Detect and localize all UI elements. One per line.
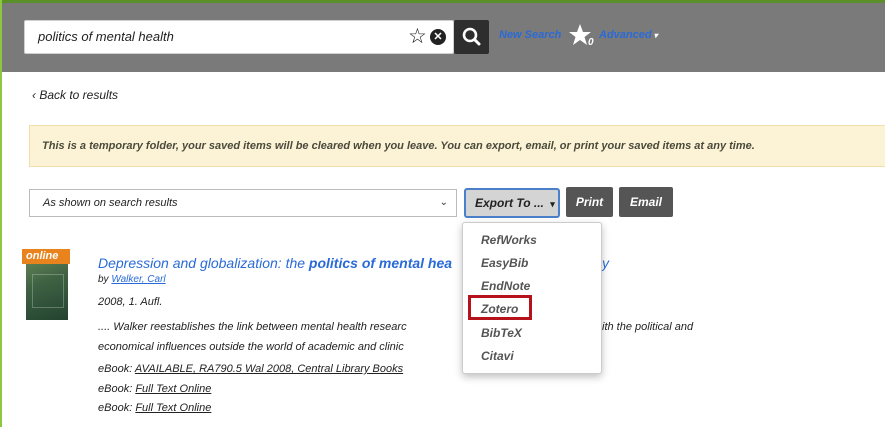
star-outline-icon[interactable]: ☆ — [408, 25, 427, 49]
menu-item-zotero[interactable]: Zotero — [481, 302, 518, 316]
back-to-results-link[interactable]: ‹ Back to results — [32, 88, 118, 102]
by-label: by — [98, 274, 109, 285]
holding-prefix: eBook: — [98, 383, 136, 395]
holding-item: eBook: Full Text Online — [98, 402, 211, 414]
title-start: Depression and globalization: the — [98, 255, 309, 271]
holding-link[interactable]: Full Text Online — [135, 402, 211, 414]
export-to-button[interactable]: Export To ... ▾ — [464, 188, 560, 218]
menu-item-easybib[interactable]: EasyBib — [481, 256, 528, 270]
menu-item-refworks[interactable]: RefWorks — [481, 233, 537, 247]
menu-item-citavi[interactable]: Citavi — [481, 349, 514, 363]
selection-dropdown[interactable]: As shown on search results ⌄ — [29, 189, 457, 217]
edition-info: 2008, 1. Aufl. — [98, 296, 163, 308]
clear-search-icon[interactable]: ✕ — [430, 29, 446, 45]
selection-value: As shown on search results — [43, 197, 178, 209]
holding-item: eBook: Full Text Online — [98, 383, 211, 395]
holding-link[interactable]: AVAILABLE, RA790.5 Wal 2008, Central Lib… — [135, 363, 403, 375]
starred-count: 0 — [588, 37, 594, 48]
export-label: Export To ... — [475, 196, 544, 210]
email-button[interactable]: Email — [619, 187, 673, 217]
new-search-link[interactable]: New Search — [499, 29, 561, 41]
search-header-bar: politics of mental health ☆ ✕ New Search… — [2, 0, 885, 72]
page: politics of mental health ☆ ✕ New Search… — [0, 0, 885, 427]
advanced-label: Advanced — [599, 29, 652, 41]
online-badge: online — [22, 249, 70, 264]
title-highlight: politics of mental hea — [308, 255, 453, 271]
temporary-folder-notice: This is a temporary folder, your saved i… — [29, 125, 885, 167]
starred-items-button[interactable]: 0 — [568, 22, 598, 52]
author-link[interactable]: Walker, Carl — [111, 274, 165, 285]
chevron-down-icon: ⌄ — [439, 197, 448, 208]
caret-down-icon: ▾ — [653, 31, 658, 40]
caret-down-icon: ▾ — [550, 199, 555, 209]
title-end[interactable]: y — [602, 255, 609, 271]
result-title-link[interactable]: Depression and globalization: the politi… — [98, 255, 452, 271]
menu-item-bibtex[interactable]: BibTeX — [481, 326, 522, 340]
holding-item: eBook: AVAILABLE, RA790.5 Wal 2008, Cent… — [98, 363, 403, 375]
holding-link[interactable]: Full Text Online — [135, 383, 211, 395]
search-button[interactable] — [454, 20, 489, 54]
advanced-search-link[interactable]: Advanced ▾ — [599, 29, 658, 41]
magnifier-icon — [462, 27, 481, 46]
export-menu: RefWorks EasyBib EndNote Zotero BibTeX C… — [462, 222, 602, 374]
menu-item-endnote[interactable]: EndNote — [481, 279, 530, 293]
snippet-line-1: .... Walker reestablishes the link betwe… — [98, 321, 407, 333]
print-button[interactable]: Print — [566, 187, 613, 217]
holding-prefix: eBook: — [98, 363, 135, 375]
author-line: by Walker, Carl — [98, 274, 166, 285]
snippet-line-2: economical influences outside the world … — [98, 341, 404, 353]
snippet-line-1-end: ith the political and — [602, 321, 694, 333]
holding-prefix: eBook: — [98, 402, 136, 414]
search-input[interactable]: politics of mental health — [24, 20, 454, 54]
